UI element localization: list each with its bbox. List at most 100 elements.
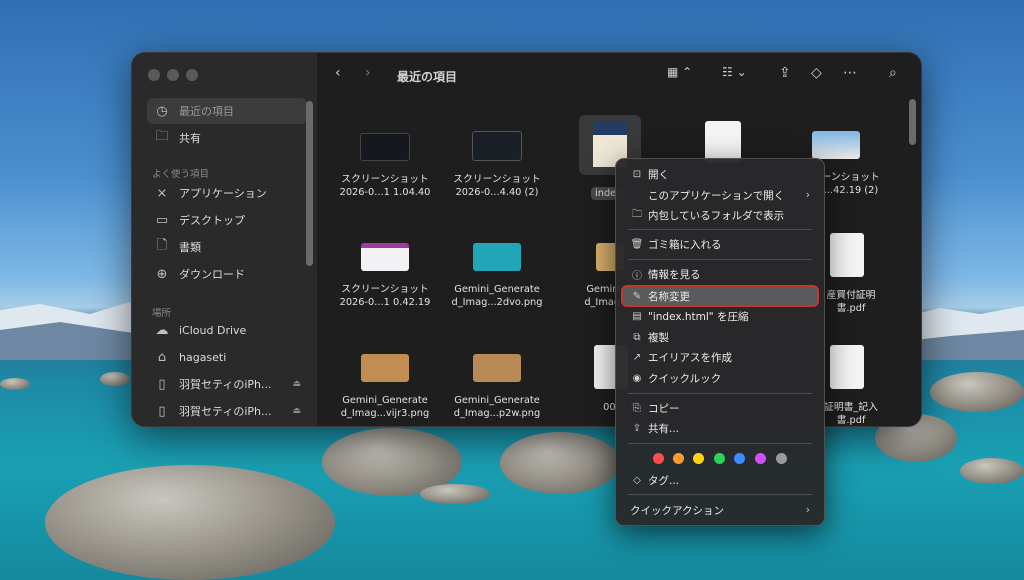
- sidebar-item-documents[interactable]: 🗋 書類: [147, 234, 307, 260]
- ellipsis-icon[interactable]: ⋯: [843, 65, 857, 81]
- menu-item-duplicate[interactable]: ⧉ 複製: [622, 327, 818, 347]
- clock-icon: ◷: [156, 103, 168, 119]
- zoom-window-button[interactable]: [186, 69, 198, 81]
- menu-item-tags[interactable]: ◇ タグ...: [622, 470, 818, 490]
- sidebar-item-label: 書類: [179, 241, 201, 254]
- sidebar-item-applications[interactable]: ⨯ アプリケーション: [147, 180, 307, 206]
- toolbar: ‹ › 最近の項目 ▦ ⌃ ☷ ⌄ ⇪ ◇ ⋯ ⌕: [317, 53, 921, 97]
- menu-separator: [628, 393, 812, 394]
- sidebar-item-icloud-drive[interactable]: ☁ iCloud Drive: [147, 317, 307, 343]
- shared-folder-icon: 🗀: [155, 129, 169, 144]
- applications-icon: ⨯: [156, 185, 168, 201]
- file-item[interactable]: スクリーンショット 2026-0...4.40 (2): [441, 131, 553, 199]
- sidebar-item-label: 最近の項目: [179, 105, 234, 118]
- sidebar-item-label: 共有: [179, 132, 201, 145]
- rock: [960, 458, 1024, 484]
- tag-color-yellow[interactable]: [693, 453, 704, 464]
- alias-icon: ↗: [632, 351, 642, 363]
- sidebar-item-label: 羽賀セティのiPh...: [179, 405, 272, 418]
- sidebar-item-shared[interactable]: 🗀 共有: [147, 125, 307, 151]
- download-icon: ⊕: [156, 266, 168, 282]
- eject-icon[interactable]: ⏏: [292, 406, 301, 416]
- file-thumbnail: [473, 243, 521, 271]
- sidebar-item-recents[interactable]: ◷ 最近の項目: [147, 98, 307, 124]
- tag-color-purple[interactable]: [755, 453, 766, 464]
- menu-item-copy[interactable]: ⎘ コピー: [622, 398, 818, 418]
- sidebar-scrollbar[interactable]: [306, 101, 313, 266]
- archive-icon: ▤: [632, 310, 642, 322]
- file-thumbnail: [705, 121, 741, 163]
- minimize-window-button[interactable]: [167, 69, 179, 81]
- chevron-right-icon: ›: [805, 504, 810, 516]
- file-item[interactable]: Gemini_Generate d_Imag...p2w.png: [441, 354, 553, 420]
- menu-item-make-alias[interactable]: ↗ エイリアスを作成: [622, 347, 818, 367]
- file-item[interactable]: スクリーンショット 2026-0...1 1.04.40: [329, 131, 441, 199]
- tag-color-blue[interactable]: [734, 453, 745, 464]
- pencil-icon: ✎: [632, 290, 642, 302]
- tag-color-gray[interactable]: [776, 453, 787, 464]
- sidebar-item-label: デスクトップ: [179, 214, 245, 227]
- home-icon: ⌂: [157, 349, 167, 365]
- chevron-right-icon[interactable]: ›: [365, 65, 371, 81]
- context-menu: ⊡ 開く このアプリケーションで開く › 🗀 内包しているフォルダで表示 🗑 ゴ…: [615, 158, 825, 526]
- file-item[interactable]: Gemini_Generate d_Imag...2dvo.png: [441, 243, 553, 309]
- duplicate-icon: ⧉: [633, 331, 641, 343]
- document-icon: 🗋: [156, 238, 168, 253]
- sidebar-section-favorites: よく使う項目: [152, 169, 210, 180]
- group-by-icon[interactable]: ☷ ⌄: [722, 65, 747, 79]
- chevron-right-icon: ›: [805, 189, 810, 201]
- eye-icon: ◉: [632, 372, 642, 384]
- file-thumbnail: [472, 131, 522, 161]
- tag-icon[interactable]: ◇: [811, 65, 822, 81]
- rock: [420, 484, 490, 504]
- menu-item-quick-actions[interactable]: クイックアクション ›: [622, 500, 818, 520]
- menu-separator: [628, 229, 812, 230]
- content-scrollbar[interactable]: [909, 99, 916, 145]
- search-icon[interactable]: ⌕: [889, 65, 897, 81]
- cloud-icon: ☁: [155, 322, 169, 338]
- menu-item-open-with[interactable]: このアプリケーションで開く ›: [622, 185, 818, 205]
- folder-icon: 🗀: [632, 208, 642, 220]
- rock: [930, 372, 1024, 412]
- menu-separator: [628, 259, 812, 260]
- menu-item-share[interactable]: ⇪ 共有...: [622, 418, 818, 438]
- chevron-left-icon[interactable]: ‹: [335, 65, 341, 81]
- menu-separator: [628, 494, 812, 495]
- trash-icon: 🗑: [630, 238, 644, 250]
- file-item[interactable]: Gemini_Generate d_Imag...vijr3.png: [329, 354, 441, 420]
- sidebar-item-label: ダウンロード: [179, 268, 245, 281]
- sidebar-item-label: iCloud Drive: [179, 323, 247, 337]
- file-item[interactable]: スクリーンショット 2026-0...1 0.42.19: [329, 243, 441, 309]
- menu-item-rename[interactable]: ✎ 名称変更: [621, 285, 819, 307]
- menu-item-show-in-folder[interactable]: 🗀 内包しているフォルダで表示: [622, 205, 818, 225]
- rock: [100, 372, 130, 386]
- phone-icon: ▯: [158, 376, 166, 392]
- menu-item-move-to-trash[interactable]: 🗑 ゴミ箱に入れる: [622, 234, 818, 254]
- sidebar-item-desktop[interactable]: ▭ デスクトップ: [147, 207, 307, 233]
- file-thumbnail: [812, 131, 860, 159]
- sidebar-item-downloads[interactable]: ⊕ ダウンロード: [147, 261, 307, 287]
- close-window-button[interactable]: [148, 69, 160, 81]
- menu-item-compress[interactable]: ▤ "index.html" を圧縮: [622, 306, 818, 326]
- menu-item-open[interactable]: ⊡ 開く: [622, 164, 818, 184]
- tag-color-green[interactable]: [714, 453, 725, 464]
- sidebar-item-label: アプリケーション: [179, 187, 267, 200]
- file-thumbnail: [360, 133, 410, 161]
- tag-color-red[interactable]: [653, 453, 664, 464]
- sidebar-item-iphone-1[interactable]: ▯ 羽賀セティのiPh... ⏏: [147, 371, 307, 397]
- eject-icon[interactable]: ⏏: [292, 379, 301, 389]
- sidebar-item-home[interactable]: ⌂ hagaseti: [147, 344, 307, 370]
- grid-view-icon[interactable]: ▦ ⌃: [667, 65, 692, 79]
- sidebar-item-label: hagaseti: [179, 350, 227, 364]
- file-thumbnail: [473, 354, 521, 382]
- menu-item-quick-look[interactable]: ◉ クイックルック: [622, 368, 818, 388]
- tag-color-orange[interactable]: [673, 453, 684, 464]
- info-icon: ⓘ: [632, 270, 642, 282]
- menu-item-get-info[interactable]: ⓘ 情報を見る: [622, 264, 818, 284]
- file-thumbnail: [361, 354, 409, 382]
- rock: [500, 432, 620, 494]
- share-icon[interactable]: ⇪: [779, 65, 791, 81]
- desktop-icon: ▭: [155, 212, 169, 228]
- window-title: 最近の項目: [397, 70, 458, 84]
- sidebar-item-iphone-2[interactable]: ▯ 羽賀セティのiPh... ⏏: [147, 398, 307, 424]
